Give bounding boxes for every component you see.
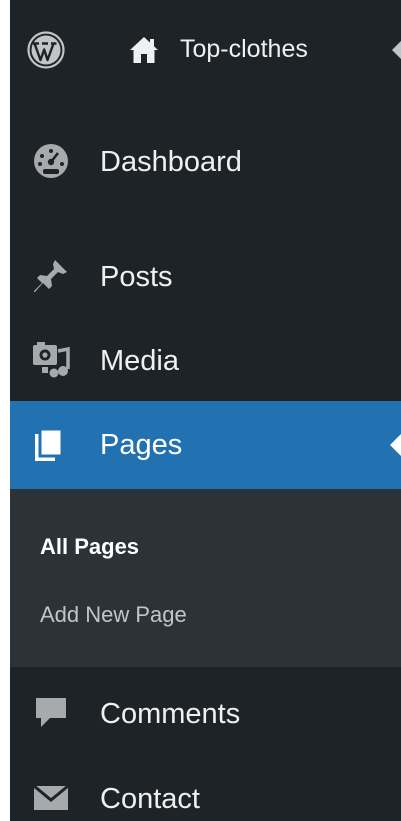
pages-submenu: All Pages Add New Page [10, 489, 401, 667]
menu-item-dashboard[interactable]: Dashboard [10, 118, 401, 206]
menu-label-dashboard: Dashboard [100, 146, 242, 178]
menu-item-media[interactable]: Media [10, 317, 401, 405]
menu-label-posts: Posts [100, 261, 173, 293]
submenu-item-add-new-page[interactable]: Add New Page [40, 600, 187, 630]
menu-label-contact: Contact [100, 783, 200, 815]
menu-label-pages: Pages [100, 429, 183, 461]
admin-sidebar: Top-clothes Dashboard Posts Media Pages … [10, 0, 401, 821]
menu-item-posts[interactable]: Posts [10, 233, 401, 321]
comment-bubble-icon [36, 698, 66, 727]
dashboard-gauge-icon [34, 144, 68, 178]
pushpin-icon [34, 260, 67, 292]
menu-label-media: Media [100, 345, 179, 377]
envelope-icon [33, 784, 69, 810]
menu-label-comments: Comments [100, 698, 241, 730]
submenu-item-all-pages[interactable]: All Pages [40, 532, 139, 562]
pages-icon [35, 427, 64, 461]
wordpress-logo-icon[interactable] [27, 31, 65, 69]
customize-icon[interactable] [388, 38, 401, 62]
site-name-link[interactable]: Top-clothes [180, 31, 308, 67]
current-menu-arrow-icon [390, 433, 401, 457]
menu-item-pages[interactable]: Pages [10, 401, 401, 489]
menu-item-comments[interactable]: Comments [10, 670, 401, 758]
home-icon[interactable] [128, 34, 160, 66]
menu-item-contact[interactable]: Contact [10, 755, 401, 821]
admin-bar: Top-clothes [10, 0, 401, 100]
media-camera-music-icon [33, 342, 70, 378]
